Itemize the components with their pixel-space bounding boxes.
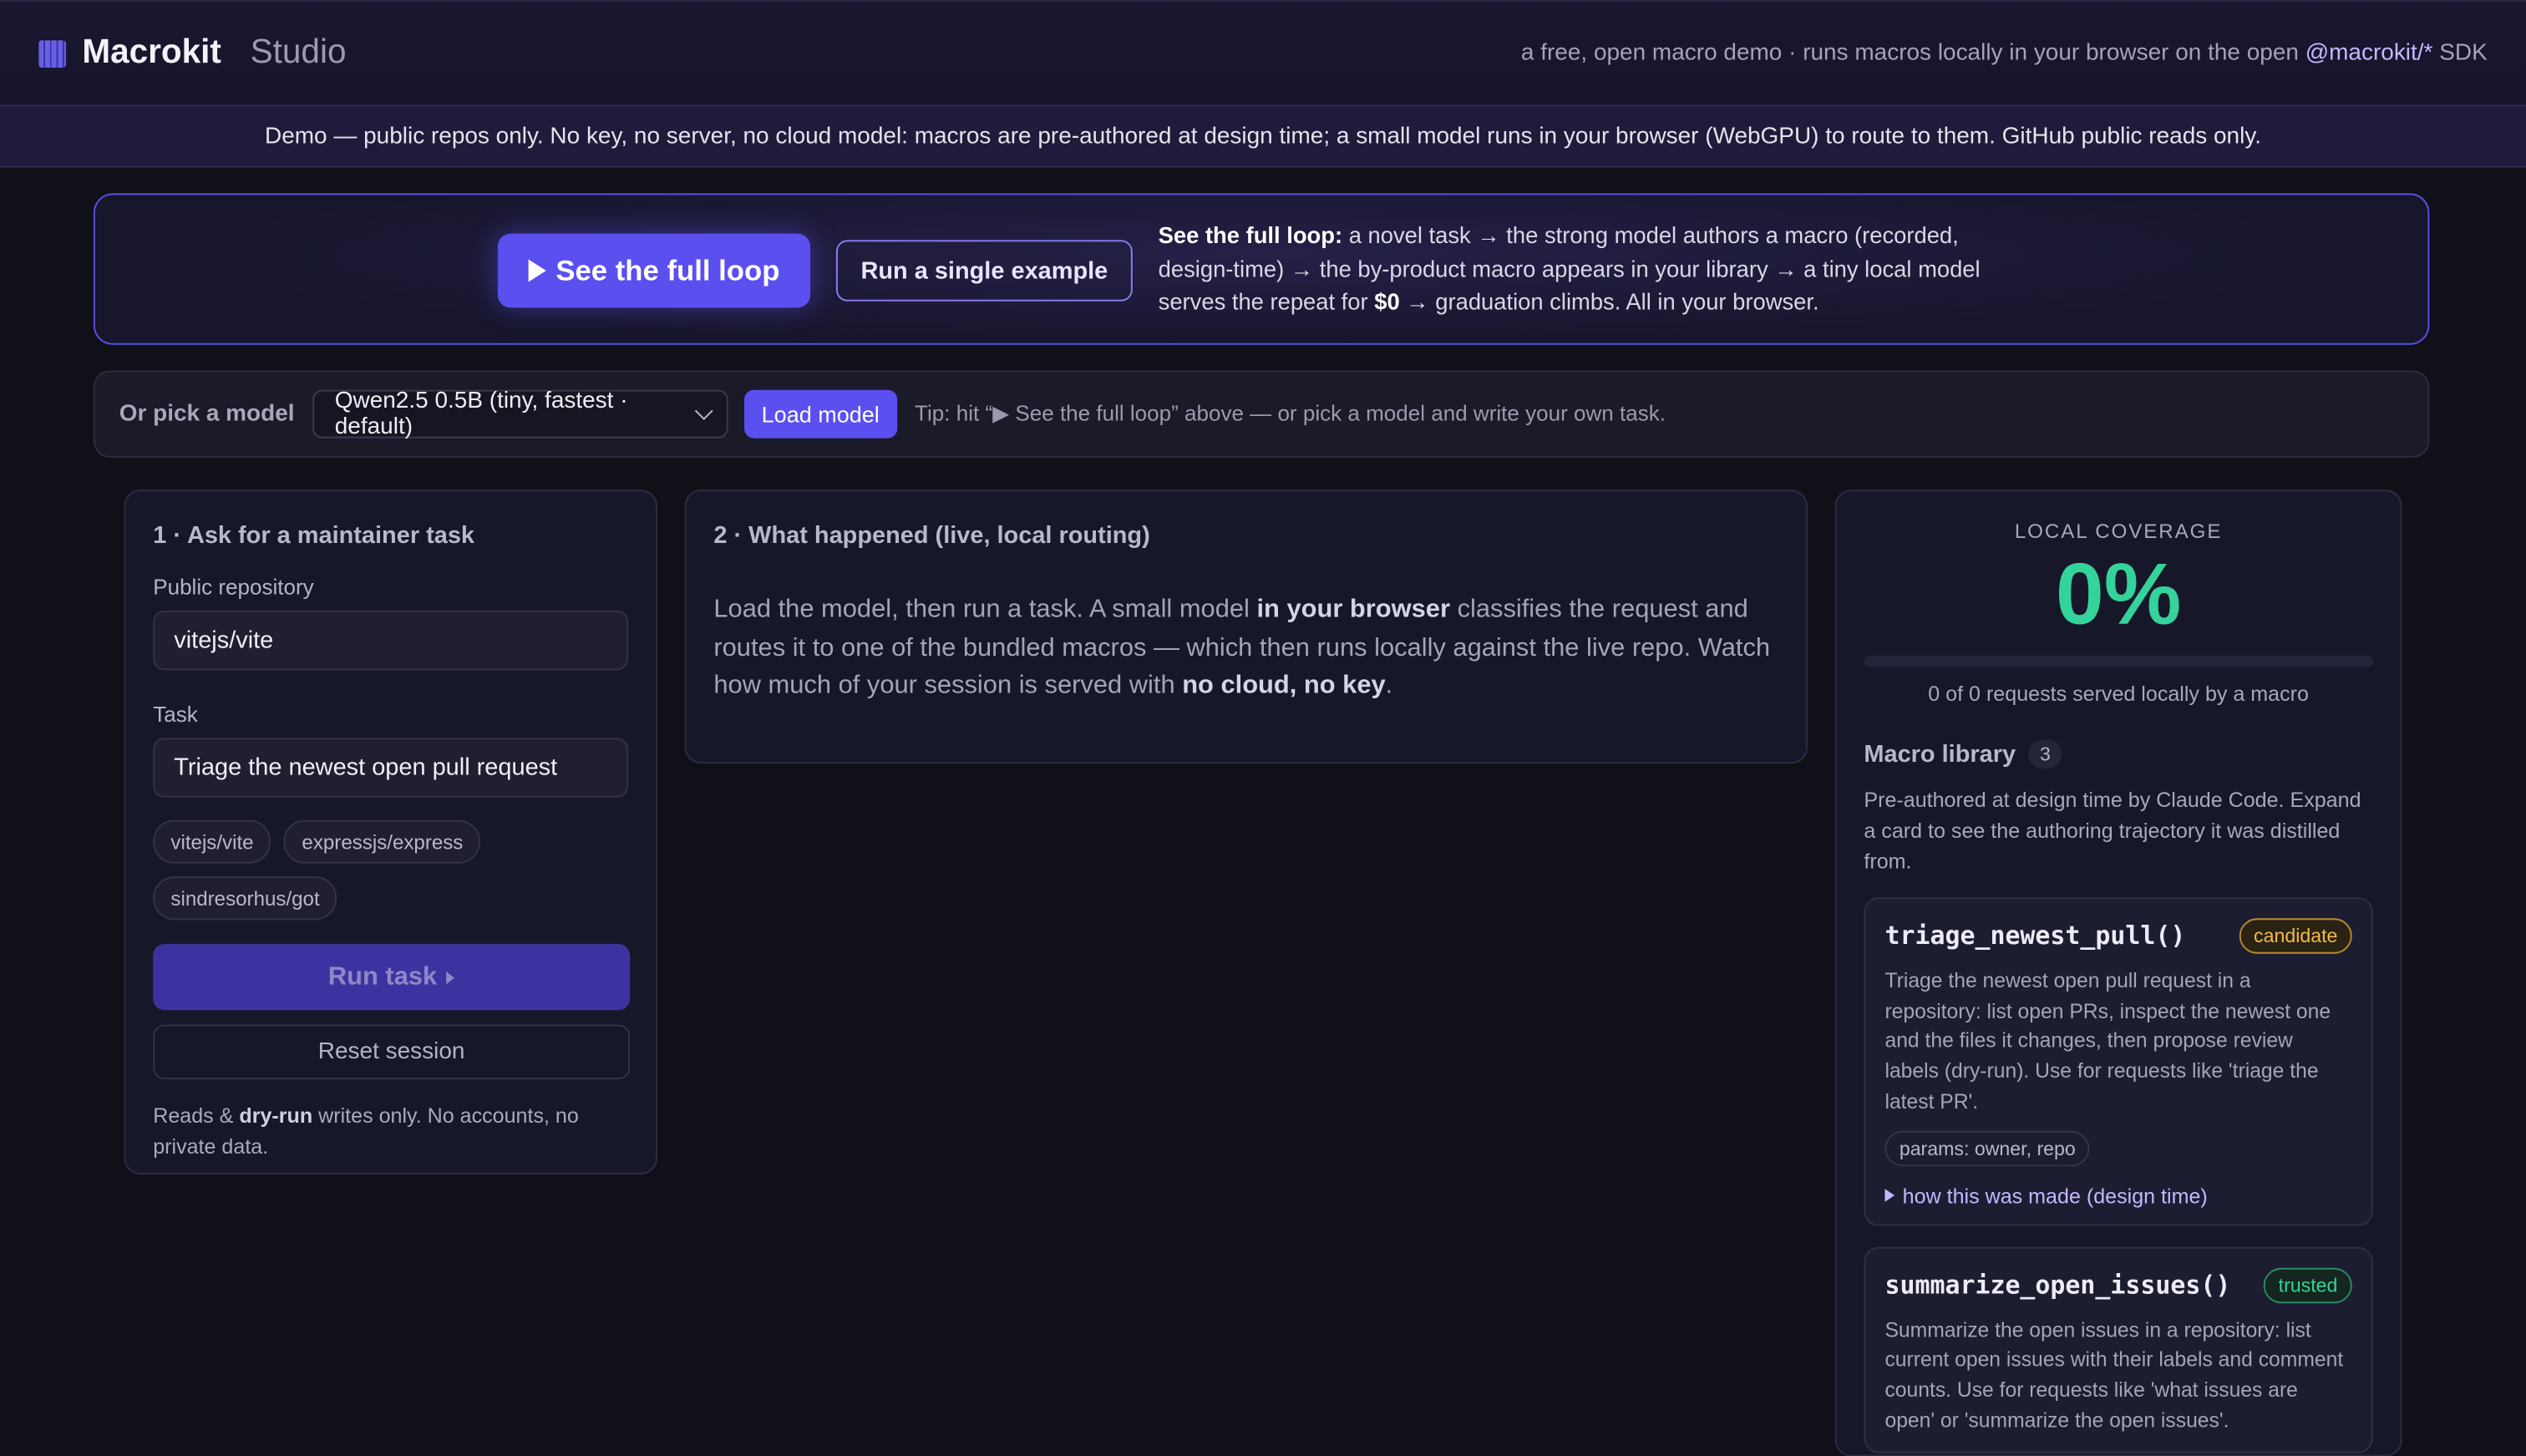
body-text-c: . bbox=[1385, 672, 1393, 700]
macro-card[interactable]: triage_newest_pull() candidate Triage th… bbox=[1864, 897, 2373, 1225]
what-happened-body: Load the model, then run a task. A small… bbox=[713, 591, 1778, 705]
repo-chip[interactable]: vitejs/vite bbox=[153, 819, 271, 864]
caret-right-icon bbox=[446, 970, 455, 984]
run-task-button[interactable]: Run task bbox=[153, 944, 631, 1011]
library-description: Pre-authored at design time by Claude Co… bbox=[1864, 788, 2361, 874]
body-bold-nocloud: no cloud, no key bbox=[1182, 672, 1386, 700]
model-picker-label: Or pick a model bbox=[119, 401, 295, 428]
how-made-label: how this was made (design time) bbox=[1902, 1183, 2208, 1208]
hero-text-b: → graduation climbs. All in your browser… bbox=[1406, 290, 1819, 317]
task-label: Task bbox=[153, 702, 198, 727]
coverage-progress-bar bbox=[1864, 655, 2373, 667]
macro-card[interactable]: summarize_open_issues() trusted Summariz… bbox=[1864, 1245, 2373, 1454]
macro-name: summarize_open_issues() bbox=[1884, 1270, 2231, 1300]
repo-chip[interactable]: expressjs/express bbox=[284, 819, 481, 864]
see-full-loop-button[interactable]: See the full loop bbox=[497, 233, 811, 308]
status-badge: candidate bbox=[2239, 918, 2352, 954]
note-bold: dry-run bbox=[239, 1103, 313, 1129]
run-task-label: Run task bbox=[327, 962, 438, 991]
macro-description: Summarize the open issues in a repositor… bbox=[1884, 1316, 2344, 1432]
task-input[interactable]: Triage the newest open pull request bbox=[153, 738, 629, 798]
brand-suffix: Studio bbox=[250, 33, 347, 71]
status-badge: trusted bbox=[2264, 1266, 2352, 1303]
coverage-subtext: 0 of 0 requests served locally by a macr… bbox=[1928, 681, 2309, 706]
play-icon bbox=[528, 259, 546, 282]
logo-icon bbox=[38, 39, 67, 68]
body-bold-browser: in your browser bbox=[1256, 596, 1450, 624]
see-full-loop-label: See the full loop bbox=[555, 253, 780, 287]
tagline-suffix: SDK bbox=[2439, 40, 2488, 67]
coverage-label: LOCAL COVERAGE bbox=[2014, 520, 2223, 543]
coverage-library-panel: LOCAL COVERAGE 0% 0 of 0 requests served… bbox=[1834, 490, 2402, 1456]
app-root: Macrokit Studio a free, open macro demo ·… bbox=[0, 0, 2526, 1456]
demo-banner: Demo — public repos only. No key, no ser… bbox=[0, 104, 2526, 168]
run-single-example-button[interactable]: Run a single example bbox=[835, 240, 1133, 302]
coverage-value: 0% bbox=[2055, 545, 2182, 643]
ask-task-panel: 1 · Ask for a maintainer task Public rep… bbox=[124, 490, 657, 1174]
ask-panel-title: 1 · Ask for a maintainer task bbox=[153, 521, 475, 550]
sdk-link[interactable]: @macrokit/* bbox=[2305, 40, 2433, 66]
what-happened-title: 2 · What happened (live, local routing) bbox=[713, 521, 1150, 550]
macro-card-header: triage_newest_pull() candidate bbox=[1884, 918, 2352, 954]
library-header: Macro library 3 bbox=[1864, 739, 2372, 769]
how-made-toggle[interactable]: how this was made (design time) bbox=[1884, 1184, 2351, 1208]
hero-cost: $0 bbox=[1374, 290, 1400, 317]
brand-name: Macrokit bbox=[82, 33, 221, 71]
what-happened-panel: 2 · What happened (live, local routing) … bbox=[684, 490, 1808, 764]
hero-panel: See the full loop Run a single example S… bbox=[93, 193, 2430, 345]
disclosure-triangle-icon bbox=[1884, 1189, 1895, 1202]
tip-text: Tip: hit “▶ See the full loop” above — o… bbox=[915, 401, 1666, 426]
model-bar: Or pick a model Qwen2.5 0.5B (tiny, fast… bbox=[93, 370, 2430, 458]
macro-name: triage_newest_pull() bbox=[1884, 921, 2186, 951]
body-text-a: Load the model, then run a task. A small… bbox=[713, 596, 1250, 624]
repo-input[interactable]: vitejs/vite bbox=[153, 610, 629, 671]
hero-lead: See the full loop: bbox=[1158, 224, 1343, 250]
macro-card-header: summarize_open_issues() trusted bbox=[1884, 1266, 2352, 1303]
tagline-text: a free, open macro demo · runs macros lo… bbox=[1520, 40, 2299, 67]
brand: Macrokit Studio bbox=[38, 34, 346, 73]
permissions-note: Reads & dry-run writes only. No accounts… bbox=[153, 1100, 628, 1161]
top-bar: Macrokit Studio a free, open macro demo ·… bbox=[0, 0, 2526, 105]
macro-params: params: owner, repo bbox=[1884, 1129, 2091, 1166]
hero-description: See the full loop: a novel task → the st… bbox=[1159, 221, 1996, 320]
load-model-button[interactable]: Load model bbox=[743, 389, 897, 439]
repo-chips: vitejs/vite expressjs/express sindresorh… bbox=[153, 819, 628, 921]
macro-description: Triage the newest open pull request in a… bbox=[1884, 968, 2331, 1114]
tagline: a free, open macro demo · runs macros lo… bbox=[1521, 40, 2488, 66]
reset-session-button[interactable]: Reset session bbox=[153, 1024, 631, 1080]
model-select[interactable]: Qwen2.5 0.5B (tiny, fastest · default) bbox=[312, 388, 728, 440]
repo-label: Public repository bbox=[153, 575, 314, 600]
library-count-badge: 3 bbox=[2028, 739, 2062, 769]
repo-chip[interactable]: sindresorhus/got bbox=[153, 876, 337, 921]
note-text-a: Reads & bbox=[153, 1103, 234, 1129]
library-title: Macro library bbox=[1864, 740, 2016, 768]
model-select-value: Qwen2.5 0.5B (tiny, fastest · default) bbox=[334, 388, 628, 440]
